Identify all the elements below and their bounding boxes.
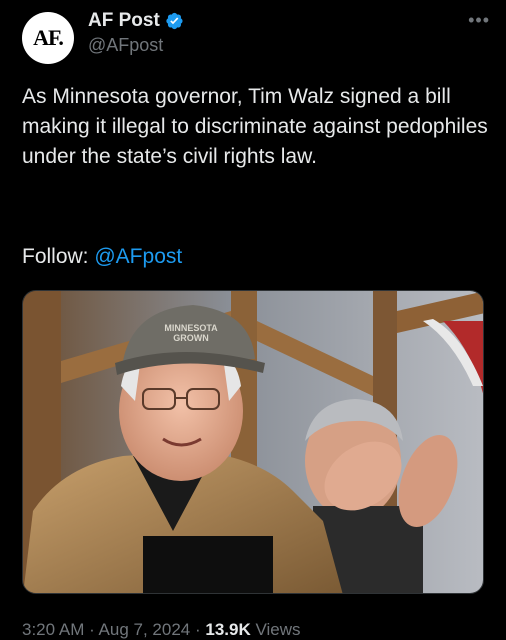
views-label: Views: [250, 620, 301, 639]
author-handle[interactable]: @AFpost: [88, 35, 184, 56]
meta-separator: ·: [84, 620, 99, 639]
display-name[interactable]: AF Post: [88, 10, 160, 32]
more-options-icon[interactable]: •••: [468, 10, 490, 31]
avatar[interactable]: AF.: [22, 12, 74, 64]
cap-text-line1: MINNESOTA: [164, 323, 218, 333]
display-name-row: AF Post: [88, 10, 184, 32]
post-date[interactable]: Aug 7, 2024: [99, 620, 191, 639]
verified-badge-icon: [166, 12, 183, 30]
follow-label: Follow:: [22, 245, 95, 268]
post-media-image[interactable]: MINNESOTA GROWN: [22, 290, 484, 594]
tweet-meta: 3:20 AM · Aug 7, 2024 · 13.9K Views: [22, 620, 301, 640]
author-names: AF Post @AFpost: [88, 10, 184, 56]
post-time[interactable]: 3:20 AM: [22, 620, 84, 639]
follow-link[interactable]: @AFpost: [94, 245, 182, 268]
avatar-logo-text: AF.: [33, 25, 64, 50]
tweet-header: AF. AF Post @AFpost •••: [22, 8, 492, 68]
meta-separator: ·: [190, 620, 206, 639]
follow-line: Follow: @AFpost: [22, 242, 182, 272]
photo-illustration: MINNESOTA GROWN: [23, 291, 483, 593]
post-text: As Minnesota governor, Tim Walz signed a…: [22, 85, 488, 168]
cap-text-line2: GROWN: [173, 333, 209, 343]
views-count[interactable]: 13.9K: [205, 620, 250, 639]
